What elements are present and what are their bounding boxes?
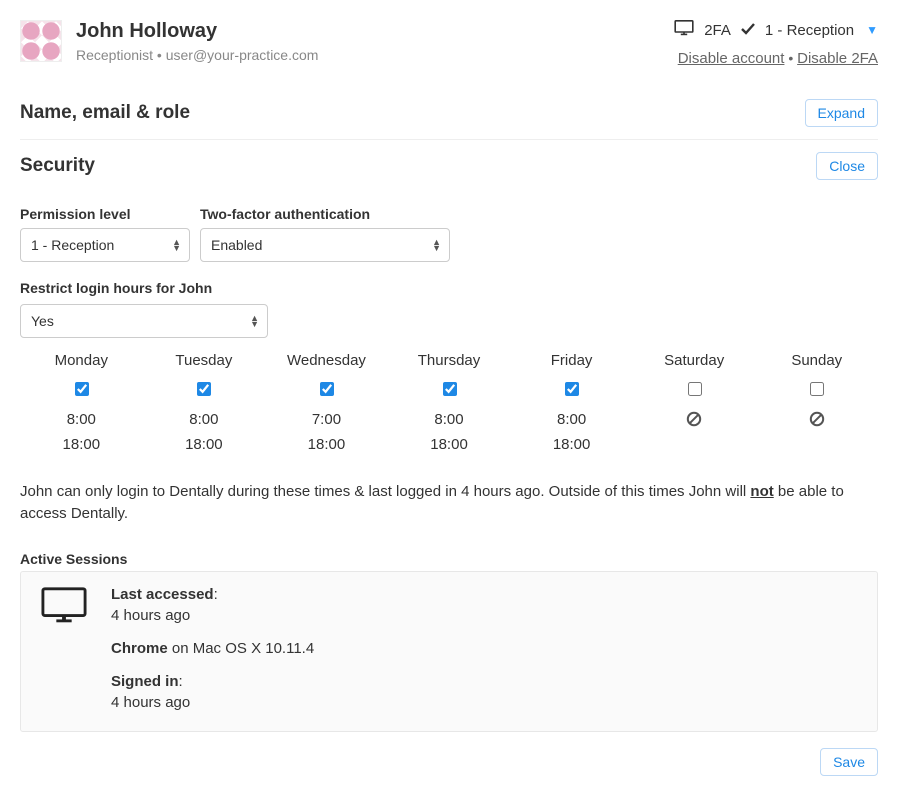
monitor-icon <box>674 20 694 40</box>
day-column: Friday 8:00 18:00 <box>510 352 633 461</box>
twofa-field-label: Two-factor authentication <box>200 206 450 222</box>
caret-down-icon: ▼ <box>866 23 878 37</box>
avatar <box>20 20 62 62</box>
level-dropdown[interactable]: 1 - Reception ▼ <box>765 22 878 39</box>
section-name-email-role: Name, email & role <box>20 102 190 124</box>
day-name: Monday <box>20 352 143 369</box>
level-label: 1 - Reception <box>765 22 854 39</box>
session-card: Last accessed: 4 hours ago Chrome on Mac… <box>20 571 878 732</box>
day-checkbox[interactable] <box>197 382 211 396</box>
day-start-time[interactable]: 8:00 <box>20 411 143 428</box>
restrict-login-label: Restrict login hours for John <box>20 280 878 296</box>
day-column: Monday 8:00 18:00 <box>20 352 143 461</box>
active-sessions-title: Active Sessions <box>20 551 878 567</box>
day-start-time[interactable]: 8:00 <box>388 411 511 428</box>
section-security: Security <box>20 155 95 177</box>
blocked-icon <box>755 411 878 432</box>
day-start-time[interactable]: 8:00 <box>143 411 266 428</box>
permission-level-label: Permission level <box>20 206 190 222</box>
user-name: John Holloway <box>76 20 318 43</box>
day-end-time[interactable]: 18:00 <box>510 436 633 453</box>
expand-button[interactable]: Expand <box>805 99 878 127</box>
session-platform: Chrome on Mac OS X 10.11.4 <box>111 640 314 657</box>
disable-account-link[interactable]: Disable account <box>678 50 785 67</box>
day-start-time[interactable]: 8:00 <box>510 411 633 428</box>
last-accessed-value: 4 hours ago <box>111 607 314 624</box>
restriction-description: John can only login to Dentally during t… <box>20 481 878 525</box>
day-checkbox[interactable] <box>565 382 579 396</box>
day-column: Saturday <box>633 352 756 461</box>
updown-icon: ▲▼ <box>250 315 259 327</box>
day-name: Tuesday <box>143 352 266 369</box>
day-column: Thursday 8:00 18:00 <box>388 352 511 461</box>
close-button[interactable]: Close <box>816 152 878 180</box>
check-icon <box>741 22 755 39</box>
permission-level-select[interactable]: 1 - Reception ▲▼ <box>20 228 190 262</box>
signed-in-value: 4 hours ago <box>111 694 314 711</box>
day-checkbox[interactable] <box>810 382 824 396</box>
signed-in-label: Signed in <box>111 673 179 690</box>
restrict-login-select[interactable]: Yes ▲▼ <box>20 304 268 338</box>
day-checkbox[interactable] <box>688 382 702 396</box>
twofa-label: 2FA <box>704 22 731 39</box>
day-end-time[interactable]: 18:00 <box>20 436 143 453</box>
blocked-icon <box>633 411 756 432</box>
day-end-time[interactable]: 18:00 <box>265 436 388 453</box>
desktop-icon <box>41 586 87 715</box>
updown-icon: ▲▼ <box>432 239 441 251</box>
user-subtitle: Receptionist • user@your-practice.com <box>76 47 318 63</box>
day-name: Thursday <box>388 352 511 369</box>
day-checkbox[interactable] <box>443 382 457 396</box>
day-name: Saturday <box>633 352 756 369</box>
day-checkbox[interactable] <box>75 382 89 396</box>
day-name: Friday <box>510 352 633 369</box>
updown-icon: ▲▼ <box>172 239 181 251</box>
last-accessed-label: Last accessed <box>111 586 214 603</box>
disable-2fa-link[interactable]: Disable 2FA <box>797 50 878 67</box>
day-start-time[interactable]: 7:00 <box>265 411 388 428</box>
day-end-time[interactable]: 18:00 <box>388 436 511 453</box>
day-name: Wednesday <box>265 352 388 369</box>
day-column: Wednesday 7:00 18:00 <box>265 352 388 461</box>
day-column: Sunday <box>755 352 878 461</box>
twofa-select[interactable]: Enabled ▲▼ <box>200 228 450 262</box>
day-column: Tuesday 8:00 18:00 <box>143 352 266 461</box>
save-button[interactable]: Save <box>820 748 878 776</box>
day-name: Sunday <box>755 352 878 369</box>
day-checkbox[interactable] <box>320 382 334 396</box>
day-end-time[interactable]: 18:00 <box>143 436 266 453</box>
